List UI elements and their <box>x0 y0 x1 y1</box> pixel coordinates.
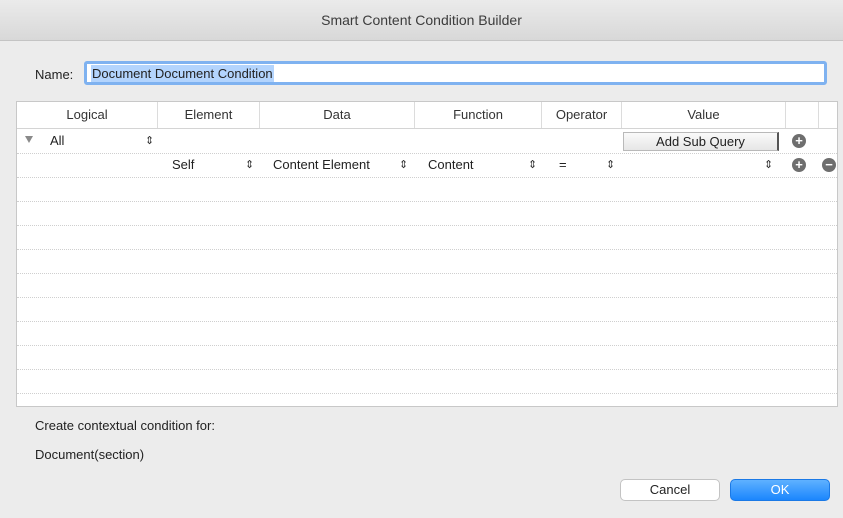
context-value: Document(section) <box>35 447 145 462</box>
table-row <box>17 321 837 346</box>
name-input-value: Document Document Condition <box>91 64 274 82</box>
data-select[interactable]: Content Element <box>273 153 370 177</box>
column-header-actions <box>786 102 819 128</box>
name-input[interactable]: Document Document Condition <box>84 61 827 85</box>
table-header: Logical Element Data Function Operator V… <box>17 102 837 129</box>
name-label: Name: <box>35 66 74 82</box>
column-header-value[interactable]: Value <box>622 102 786 128</box>
function-stepper-icon[interactable]: ⇕ <box>528 153 537 177</box>
add-sub-query-button[interactable]: Add Sub Query <box>623 132 779 151</box>
table-row: All ⇕ Add Sub Query + <box>17 129 837 154</box>
value-stepper-icon[interactable]: ⇕ <box>764 153 773 177</box>
table-row <box>17 225 837 250</box>
table-row: Self ⇕ Content Element ⇕ Content ⇕ = ⇕ ⇕… <box>17 153 837 178</box>
table-row <box>17 273 837 298</box>
logical-stepper-icon[interactable]: ⇕ <box>145 129 154 153</box>
column-header-logical[interactable]: Logical <box>17 102 158 128</box>
table-row <box>17 297 837 322</box>
logical-select[interactable]: All <box>50 129 64 153</box>
function-select[interactable]: Content <box>428 153 474 177</box>
disclosure-triangle-icon[interactable] <box>25 136 33 143</box>
column-header-operator[interactable]: Operator <box>542 102 622 128</box>
window-titlebar: Smart Content Condition Builder <box>0 0 843 41</box>
add-row-icon[interactable]: + <box>792 158 806 172</box>
table-row <box>17 369 837 394</box>
add-row-icon[interactable]: + <box>792 134 806 148</box>
table-row <box>17 249 837 274</box>
cancel-button[interactable]: Cancel <box>620 479 720 501</box>
table-row <box>17 201 837 226</box>
name-row: Name: <box>35 60 82 88</box>
remove-row-icon[interactable]: − <box>822 158 836 172</box>
table-row <box>17 345 837 370</box>
operator-select[interactable]: = <box>559 153 567 177</box>
ok-button[interactable]: OK <box>730 479 830 501</box>
condition-table: Logical Element Data Function Operator V… <box>16 101 838 407</box>
context-prompt: Create contextual condition for: <box>35 418 215 433</box>
element-stepper-icon[interactable]: ⇕ <box>245 153 254 177</box>
element-select[interactable]: Self <box>172 153 194 177</box>
column-header-function[interactable]: Function <box>415 102 542 128</box>
operator-stepper-icon[interactable]: ⇕ <box>606 153 615 177</box>
column-header-data[interactable]: Data <box>260 102 415 128</box>
table-row <box>17 177 837 202</box>
data-stepper-icon[interactable]: ⇕ <box>399 153 408 177</box>
window-title: Smart Content Condition Builder <box>321 12 522 28</box>
column-header-element[interactable]: Element <box>158 102 260 128</box>
value-select[interactable] <box>627 153 767 177</box>
